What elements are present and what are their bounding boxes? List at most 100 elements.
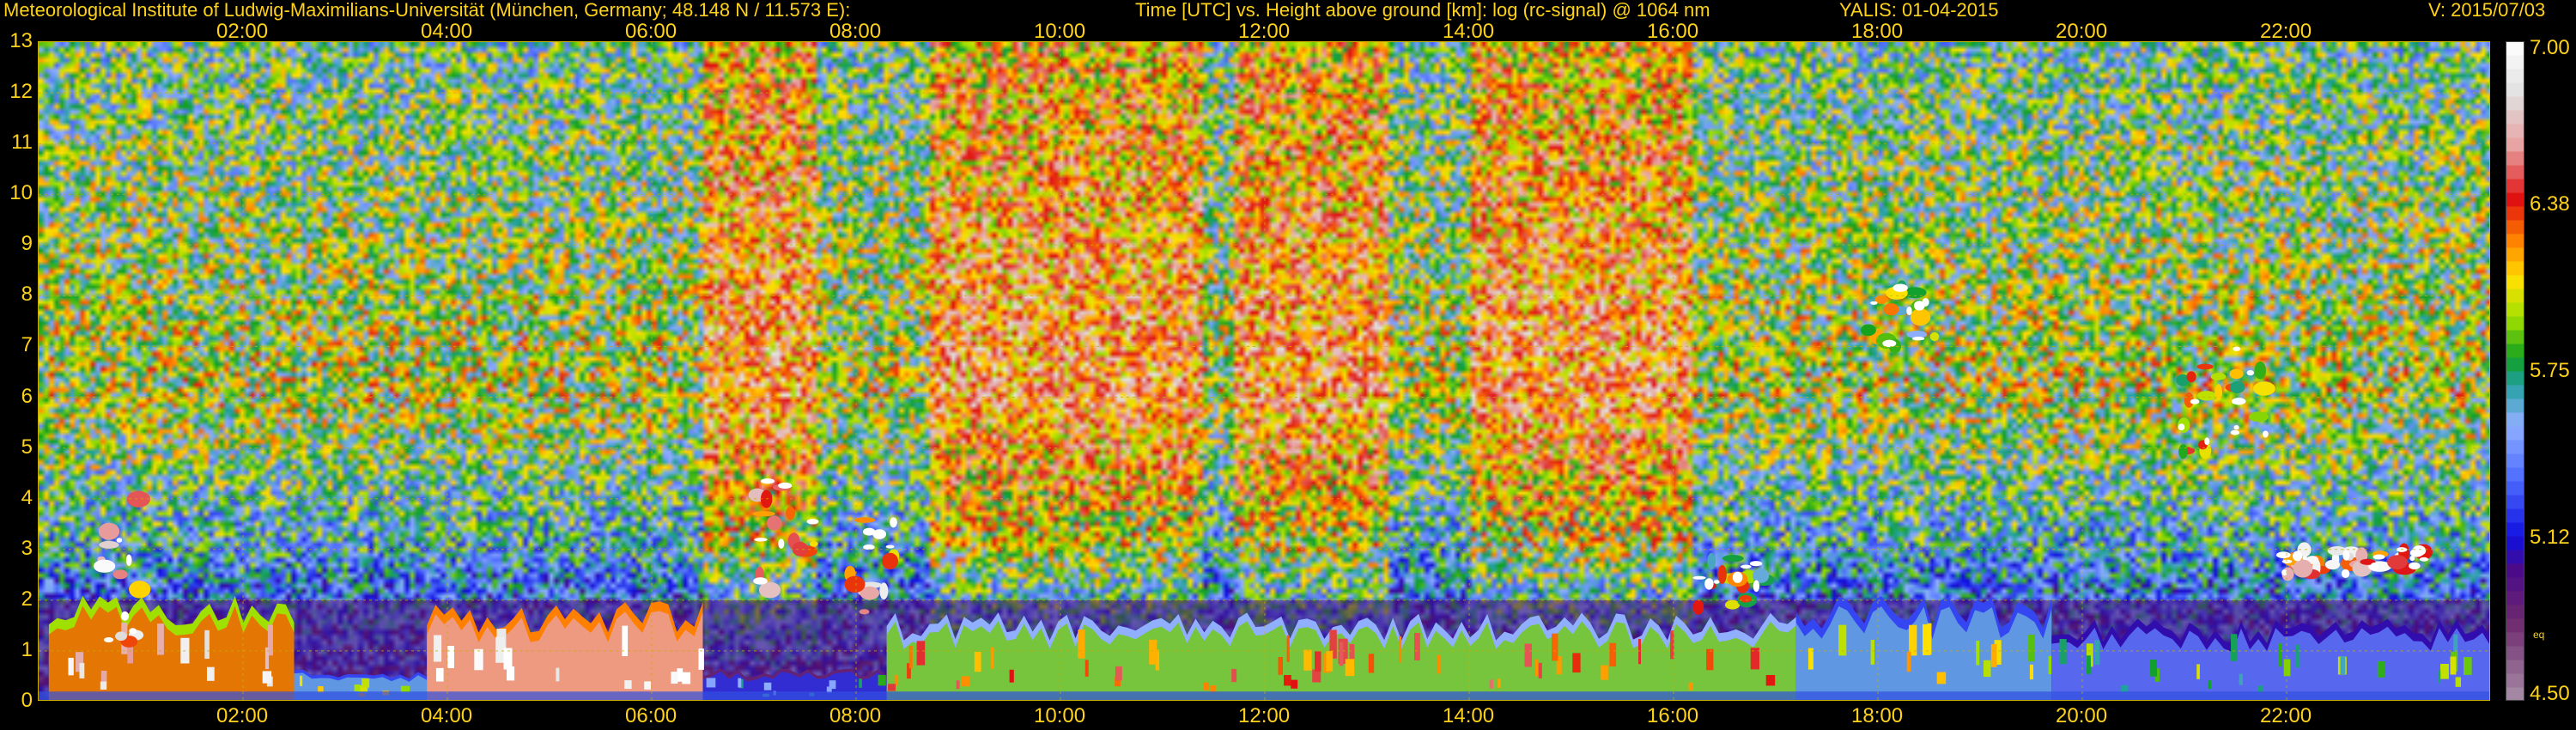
cloud-core [778, 538, 785, 549]
aerosol-streak [1209, 685, 1217, 692]
aerosol-streak [1339, 642, 1344, 666]
cloud-core [753, 577, 768, 585]
aerosol-streak [2283, 659, 2291, 677]
x-tick-label-bottom: 12:00 [1238, 704, 1291, 727]
aerosol-streak [763, 682, 772, 690]
colorbar-segment [2506, 357, 2524, 372]
aerosol-streak [2440, 664, 2449, 679]
cloud-core [2233, 346, 2240, 351]
colorbar-segment [2506, 495, 2524, 509]
colorbar [2506, 41, 2524, 701]
x-tick-label-bottom: 20:00 [2056, 704, 2108, 727]
cloud-patch [1739, 594, 1752, 603]
cloud-core [2293, 551, 2303, 562]
aerosol-streak [1231, 668, 1237, 683]
aerosol-streak [888, 684, 896, 691]
cloud-core [1893, 283, 1908, 292]
colorbar-segment [2506, 481, 2524, 496]
aerosol-streak [2094, 640, 2100, 666]
cloud-patch [2196, 363, 2214, 370]
aerosol-streak [474, 648, 483, 671]
x-tick-label-bottom: 06:00 [625, 704, 677, 727]
colorbar-segment [2506, 124, 2524, 138]
aerosol-streak [207, 666, 215, 681]
cloud-core [125, 554, 132, 566]
version-label: V: 2015/07/03 [2428, 0, 2546, 21]
cloud-patch [2178, 444, 2188, 459]
colorbar-segment [2506, 192, 2524, 207]
colorbar-segment [2506, 508, 2524, 523]
aerosol-streak [2438, 670, 2441, 684]
colorbar-segment [2506, 234, 2524, 248]
aerosol-streak [1368, 654, 1375, 673]
cloud-patch [1692, 599, 1704, 615]
aerosol-streak [1601, 665, 1608, 680]
colorbar-segment [2506, 618, 2524, 633]
aerosol-streak [100, 681, 107, 690]
aerosol-streak [1990, 644, 1997, 667]
colorbar-segment [2506, 247, 2524, 262]
aerosol-streak [1688, 682, 1693, 690]
cloud-patch [786, 506, 795, 520]
aerosol-streak [698, 648, 704, 670]
colorbar-segment [2506, 261, 2524, 276]
aerosol-streak [1303, 649, 1312, 671]
colorbar-segment [2506, 165, 2524, 179]
cloud-patch [792, 541, 809, 557]
aerosol-streak [1870, 640, 1874, 665]
aerosol-streak [908, 646, 913, 669]
aerosol-streak [2029, 664, 2033, 680]
aerosol-streak [447, 646, 454, 668]
aerosol-streak [2028, 635, 2035, 662]
colorbar-segment [2506, 550, 2524, 564]
aerosol-streak [2464, 657, 2472, 675]
aerosol-streak [706, 678, 716, 688]
cloud-patch [99, 540, 119, 549]
cloud-core [2409, 548, 2424, 557]
aerosol-streak [916, 641, 926, 666]
aerosol-streak [262, 671, 272, 684]
colorbar-segment [2506, 275, 2524, 289]
colorbar-segment [2506, 605, 2524, 619]
aerosol-streak [2059, 639, 2067, 665]
colorbar-segment [2506, 591, 2524, 605]
aerosol-streak [1706, 648, 1714, 671]
colorbar-tick-label: 5.12 [2530, 525, 2570, 549]
colorbar-segment [2506, 151, 2524, 166]
cloud-patch [93, 559, 116, 573]
cloud-patch [752, 511, 775, 517]
cloud-core [1882, 339, 1897, 348]
colorbar-segment [2506, 110, 2524, 125]
instrument-date: YALIS: 01-04-2015 [1839, 0, 1999, 21]
x-tick-label-bottom: 16:00 [1647, 704, 1699, 727]
aerosol-streak [956, 680, 960, 690]
aerosol-streak [2278, 643, 2282, 667]
aerosol-streak [677, 668, 683, 682]
x-tick-label-top: 08:00 [829, 20, 882, 43]
aerosol-streak [300, 675, 303, 686]
aerosol-streak [2231, 634, 2238, 661]
aerosol-streak [2086, 655, 2091, 674]
y-tick-label: 5 [21, 435, 33, 459]
colorbar-tick-label: 4.50 [2530, 682, 2570, 705]
aerosol-streak [1489, 679, 1494, 689]
aerosol-streak [1315, 651, 1321, 672]
x-tick-label-bottom: 04:00 [421, 704, 473, 727]
aerosol-streak [682, 672, 691, 684]
cloud-patch [882, 552, 898, 569]
aerosol-streak [1291, 679, 1298, 689]
cloud-patch [766, 515, 782, 531]
cloud-core [1922, 298, 1929, 307]
aerosol-streak [859, 678, 862, 688]
cloud-core [2204, 437, 2210, 446]
x-tick-label-top: 20:00 [2056, 20, 2108, 43]
colorbar-segment [2506, 536, 2524, 551]
y-tick-label: 6 [21, 384, 33, 408]
cloud-core [2370, 563, 2379, 571]
cloud-patch [1929, 332, 1940, 342]
aerosol-streak [671, 672, 678, 684]
cloud-core [1732, 571, 1743, 583]
lidar-heatmap [38, 41, 2490, 701]
cloud-core [1704, 578, 1714, 590]
aerosol-streak [1572, 653, 1581, 673]
